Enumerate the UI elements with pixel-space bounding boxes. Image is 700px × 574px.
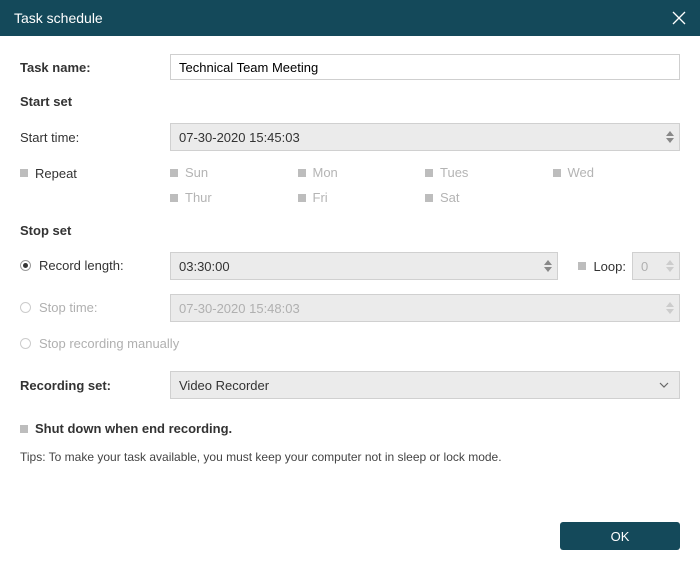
loop-input[interactable]: 0 — [632, 252, 680, 280]
day-tues-checkbox[interactable]: Tues — [425, 165, 553, 180]
day-sat-label: Sat — [440, 190, 460, 205]
day-fri-label: Fri — [313, 190, 328, 205]
shutdown-label: Shut down when end recording. — [35, 421, 232, 436]
stop-manual-radio[interactable]: Stop recording manually — [20, 336, 179, 351]
loop-label: Loop: — [593, 259, 626, 274]
day-tues-label: Tues — [440, 165, 468, 180]
record-length-radio[interactable]: Record length: — [20, 258, 124, 273]
day-mon-checkbox[interactable]: Mon — [298, 165, 426, 180]
radio-icon — [20, 260, 31, 271]
recording-set-value: Video Recorder — [179, 378, 269, 393]
loop-checkbox[interactable]: Loop: — [578, 259, 626, 274]
checkbox-icon — [20, 169, 28, 177]
stop-time-value: 07-30-2020 15:48:03 — [179, 301, 300, 316]
radio-icon — [20, 302, 31, 313]
loop-value: 0 — [641, 259, 648, 274]
task-name-label: Task name: — [20, 60, 170, 75]
checkbox-icon — [170, 194, 178, 202]
ok-button[interactable]: OK — [560, 522, 680, 550]
day-sat-checkbox[interactable]: Sat — [425, 190, 553, 205]
chevron-down-icon — [659, 382, 669, 388]
dialog-content: Task name: Start set Start time: 07-30-2… — [0, 36, 700, 474]
spinner-icon[interactable] — [661, 301, 679, 315]
repeat-checkbox[interactable]: Repeat — [20, 166, 77, 181]
start-time-input[interactable]: 07-30-2020 15:45:03 — [170, 123, 680, 151]
repeat-label: Repeat — [35, 166, 77, 181]
task-name-input[interactable] — [170, 54, 680, 80]
day-sun-checkbox[interactable]: Sun — [170, 165, 298, 180]
checkbox-icon — [425, 194, 433, 202]
recording-set-select[interactable]: Video Recorder — [170, 371, 680, 399]
spinner-icon[interactable] — [661, 259, 679, 273]
day-sun-label: Sun — [185, 165, 208, 180]
checkbox-icon — [170, 169, 178, 177]
record-length-input[interactable]: 03:30:00 — [170, 252, 558, 280]
start-set-heading: Start set — [20, 94, 680, 109]
record-length-label: Record length: — [39, 258, 124, 273]
checkbox-icon — [20, 425, 28, 433]
tips-text: Tips: To make your task available, you m… — [20, 450, 680, 464]
recording-set-label: Recording set: — [20, 378, 170, 393]
day-wed-checkbox[interactable]: Wed — [553, 165, 681, 180]
day-thur-checkbox[interactable]: Thur — [170, 190, 298, 205]
day-thur-label: Thur — [185, 190, 212, 205]
spinner-icon[interactable] — [539, 259, 557, 273]
radio-icon — [20, 338, 31, 349]
stop-time-radio[interactable]: Stop time: — [20, 300, 98, 315]
checkbox-icon — [425, 169, 433, 177]
checkbox-icon — [553, 169, 561, 177]
close-icon[interactable] — [672, 11, 686, 25]
stop-set-heading: Stop set — [20, 223, 680, 238]
spinner-icon[interactable] — [661, 130, 679, 144]
record-length-value: 03:30:00 — [179, 259, 230, 274]
day-wed-label: Wed — [568, 165, 595, 180]
window-title: Task schedule — [14, 10, 103, 26]
shutdown-checkbox[interactable]: Shut down when end recording. — [20, 421, 232, 436]
day-fri-checkbox[interactable]: Fri — [298, 190, 426, 205]
checkbox-icon — [298, 194, 306, 202]
stop-manual-label: Stop recording manually — [39, 336, 179, 351]
start-time-label: Start time: — [20, 130, 170, 145]
start-time-value: 07-30-2020 15:45:03 — [179, 130, 300, 145]
titlebar: Task schedule — [0, 0, 700, 36]
stop-time-label: Stop time: — [39, 300, 98, 315]
checkbox-icon — [578, 262, 586, 270]
stop-time-input[interactable]: 07-30-2020 15:48:03 — [170, 294, 680, 322]
checkbox-icon — [298, 169, 306, 177]
day-mon-label: Mon — [313, 165, 338, 180]
